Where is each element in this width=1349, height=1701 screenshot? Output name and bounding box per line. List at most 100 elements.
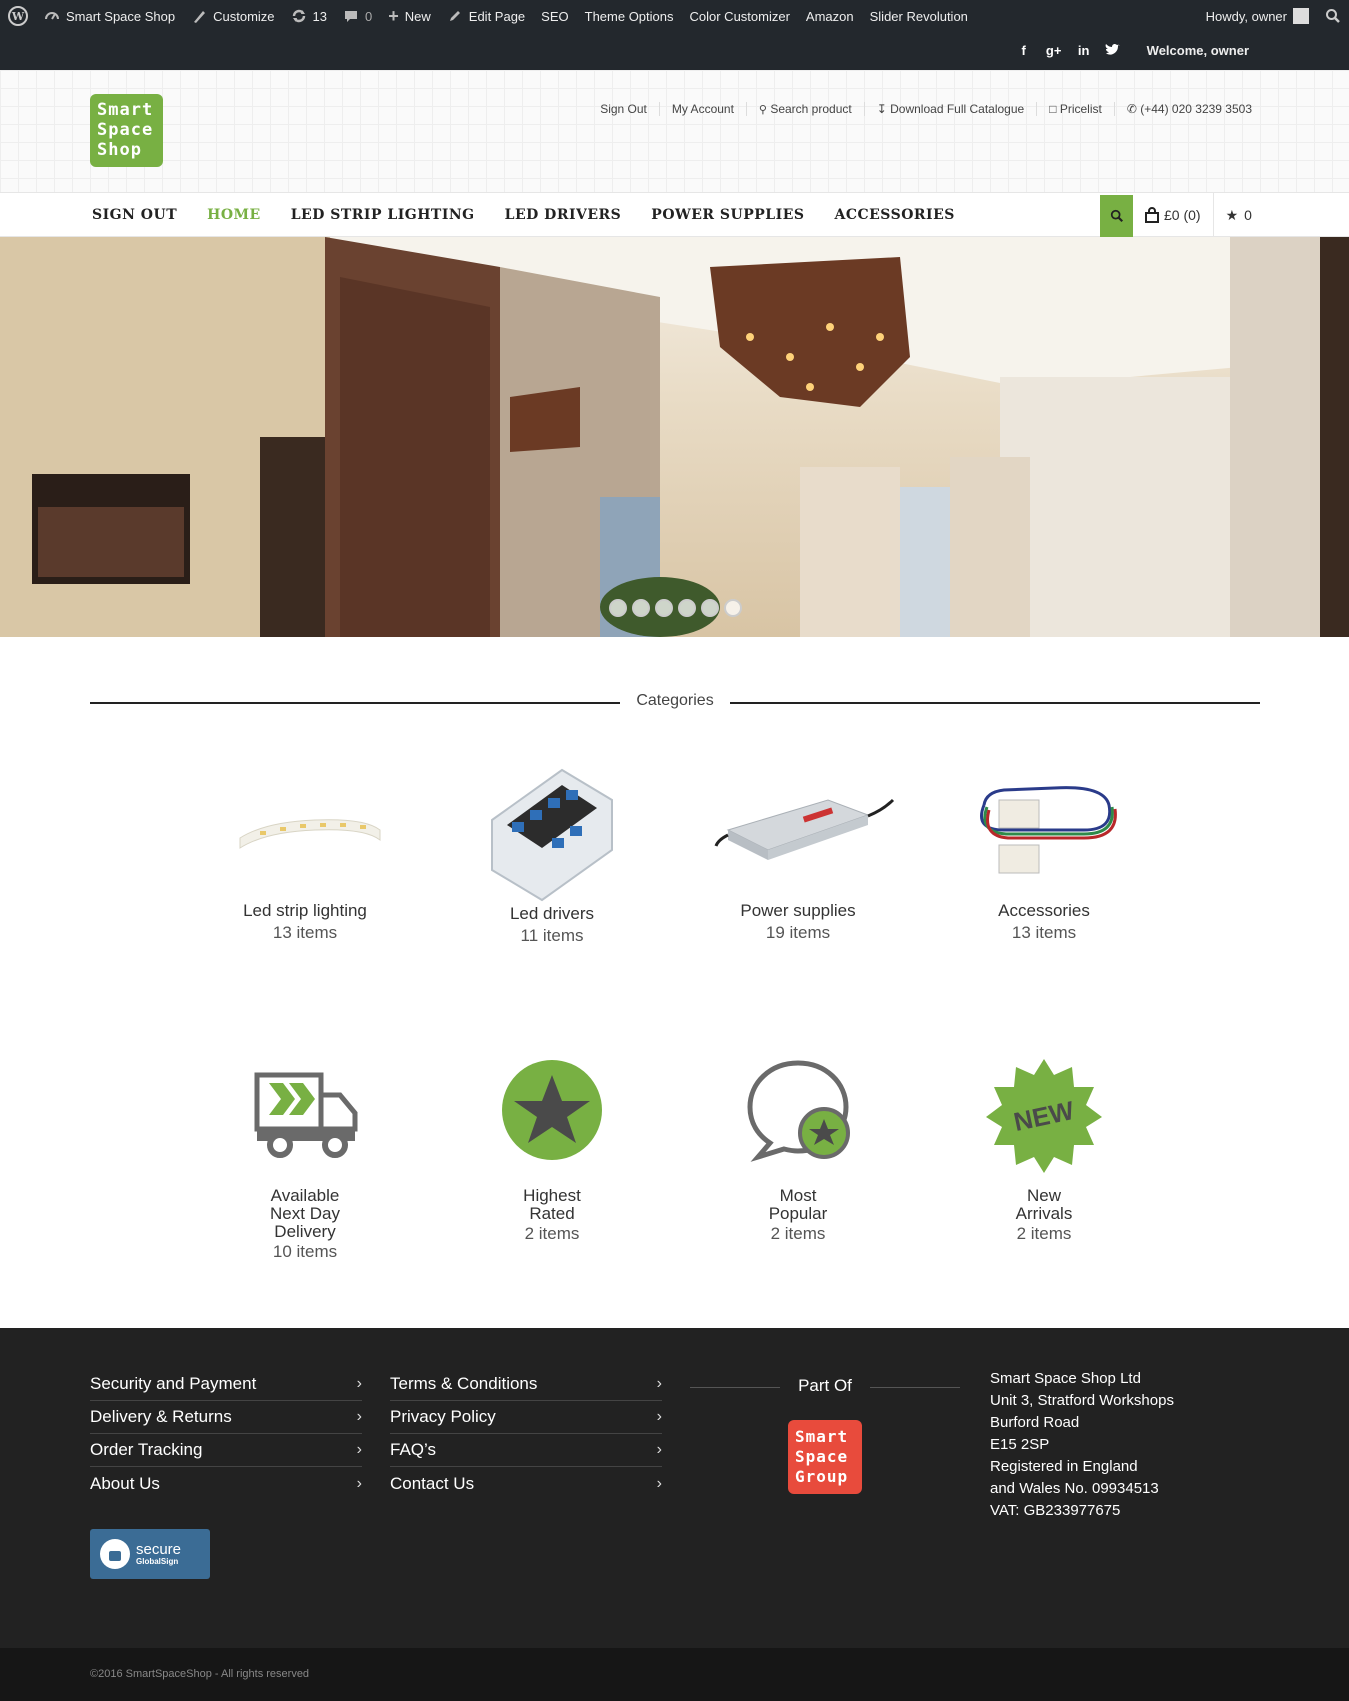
footer-link-security[interactable]: Security and Payment › — [90, 1368, 362, 1401]
nav-led-drivers[interactable]: LED DRIVERS — [505, 207, 622, 223]
footer-link-label: Delivery & Returns — [90, 1407, 232, 1426]
feature-next-day-delivery[interactable]: Available Next Day Delivery 10 items — [205, 1055, 405, 1263]
slider-dot[interactable] — [609, 599, 627, 617]
admin-amazon[interactable]: Amazon — [798, 0, 862, 32]
nav-home[interactable]: HOME — [207, 207, 261, 223]
download-catalogue-label: Download Full Catalogue — [890, 102, 1025, 116]
site-header: Smart Space Shop Sign Out My Account ⚲ S… — [0, 70, 1349, 193]
address-line: and Wales No. 09934513 — [990, 1480, 1159, 1497]
logo-line: Space — [97, 120, 154, 140]
wordpress-logo-icon[interactable]: W — [0, 0, 36, 32]
footer-link-terms[interactable]: Terms & Conditions › — [390, 1368, 662, 1401]
feature-name: New — [1026, 1186, 1061, 1205]
new-badge-icon: NEW — [944, 1055, 1144, 1187]
refresh-icon — [292, 9, 305, 23]
chevron-right-icon: › — [356, 1408, 362, 1425]
hero-slider[interactable] — [0, 237, 1349, 637]
nav-led-strip-lighting[interactable]: LED STRIP LIGHTING — [291, 207, 475, 223]
site-logo[interactable]: Smart Space Shop — [90, 94, 163, 167]
my-account-link[interactable]: My Account — [658, 102, 746, 116]
secure-badge[interactable]: secure GlobalSign — [90, 1529, 210, 1579]
download-icon: ↧ — [876, 102, 887, 116]
comment-icon — [345, 11, 358, 22]
category-name: Power supplies — [740, 901, 856, 920]
admin-customize[interactable]: Customize — [183, 0, 282, 32]
footer-link-privacy[interactable]: Privacy Policy › — [390, 1401, 662, 1434]
category-led-strip-lighting[interactable]: Led strip lighting 13 items — [205, 760, 405, 944]
admin-edit-page[interactable]: Edit Page — [439, 0, 533, 32]
star-icon: ★ — [1225, 206, 1239, 223]
lock-icon — [100, 1539, 130, 1569]
address-line: Smart Space Shop Ltd — [990, 1370, 1141, 1387]
footer-link-label: Privacy Policy — [390, 1407, 496, 1426]
group-logo[interactable]: Smart Space Group — [788, 1420, 862, 1494]
nav-search-button[interactable] — [1100, 195, 1133, 237]
feature-new-arrivals[interactable]: NEW New Arrivals 2 items — [944, 1055, 1144, 1245]
company-address: Smart Space Shop Ltd Unit 3, Stratford W… — [990, 1368, 1174, 1522]
category-count: 11 items — [520, 926, 584, 945]
categories-title: Categories — [636, 692, 714, 709]
slider-dot[interactable] — [724, 599, 742, 617]
slider-dot[interactable] — [678, 599, 696, 617]
slider-dot[interactable] — [632, 599, 650, 617]
admin-updates[interactable]: 13 — [283, 0, 335, 32]
search-icon — [1326, 9, 1340, 23]
nav-power-supplies[interactable]: POWER SUPPLIES — [651, 207, 804, 223]
footer-link-delivery[interactable]: Delivery & Returns › — [90, 1401, 362, 1434]
chevron-right-icon: › — [656, 1408, 662, 1425]
nav-sign-out[interactable]: SIGN OUT — [92, 207, 177, 223]
admin-account[interactable]: Howdy, owner — [1198, 0, 1317, 32]
phone-link[interactable]: ✆ (+44) 020 3239 3503 — [1113, 102, 1264, 116]
linkedin-icon[interactable]: in — [1075, 43, 1093, 58]
footer-link-contact[interactable]: Contact Us › — [390, 1467, 662, 1500]
group-logo-line: Group — [795, 1467, 849, 1486]
footer-link-order-tracking[interactable]: Order Tracking › — [90, 1434, 362, 1467]
google-plus-icon[interactable]: g+ — [1045, 43, 1063, 58]
footer-link-faq[interactable]: FAQ’s › — [390, 1434, 662, 1467]
admin-comments[interactable]: 0 — [335, 0, 380, 32]
pencil-icon — [449, 11, 460, 21]
admin-customize-label: Customize — [213, 8, 275, 24]
chevron-right-icon: › — [656, 1441, 662, 1458]
phone-icon: ✆ — [1126, 102, 1137, 116]
feature-highest-rated[interactable]: Highest Rated 2 items — [452, 1055, 652, 1245]
chevron-right-icon: › — [356, 1474, 362, 1492]
document-icon: □ — [1049, 102, 1057, 116]
feature-name: Rated — [529, 1204, 575, 1223]
sign-out-link[interactable]: Sign Out — [588, 102, 659, 116]
pricelist-link[interactable]: □ Pricelist — [1036, 102, 1114, 116]
slider-dot[interactable] — [655, 599, 673, 617]
admin-seo[interactable]: SEO — [533, 0, 576, 32]
group-logo-line: Smart — [795, 1427, 849, 1446]
led-driver-image — [452, 760, 652, 903]
search-product-label: Search product — [770, 102, 852, 116]
search-product-link[interactable]: ⚲ Search product — [745, 102, 864, 116]
admin-color-customizer[interactable]: Color Customizer — [682, 0, 798, 32]
dashboard-icon — [45, 12, 59, 20]
secure-badge-subtitle: GlobalSign — [136, 1557, 179, 1566]
admin-theme-options-label: Theme Options — [584, 8, 674, 24]
star-badge-icon — [452, 1055, 652, 1187]
admin-new[interactable]: + New — [380, 0, 439, 32]
category-power-supplies[interactable]: Power supplies 19 items — [698, 760, 898, 944]
twitter-icon[interactable] — [1105, 43, 1121, 57]
footer-link-about[interactable]: About Us › — [90, 1467, 362, 1500]
category-led-drivers[interactable]: Led drivers 11 items — [452, 760, 652, 947]
facebook-icon[interactable]: f — [1015, 43, 1033, 58]
admin-new-label: New — [404, 8, 431, 24]
admin-updates-count: 13 — [312, 8, 328, 24]
admin-search[interactable] — [1317, 0, 1349, 32]
download-catalogue-link[interactable]: ↧ Download Full Catalogue — [863, 102, 1037, 116]
category-accessories[interactable]: Accessories 13 items — [944, 760, 1144, 944]
admin-slider-revolution[interactable]: Slider Revolution — [862, 0, 976, 32]
cart-link[interactable]: £0 (0) — [1145, 207, 1201, 223]
shopping-bag-icon — [1145, 207, 1159, 223]
slider-dot[interactable] — [701, 599, 719, 617]
feature-most-popular[interactable]: Most Popular 2 items — [698, 1055, 898, 1245]
wishlist-link[interactable]: ★ 0 — [1226, 207, 1252, 224]
admin-theme-options[interactable]: Theme Options — [577, 0, 682, 32]
admin-amazon-label: Amazon — [805, 8, 854, 24]
nav-accessories[interactable]: ACCESSORIES — [834, 207, 954, 223]
feature-name: Next Day — [270, 1204, 340, 1223]
admin-site-name[interactable]: Smart Space Shop — [36, 0, 183, 32]
